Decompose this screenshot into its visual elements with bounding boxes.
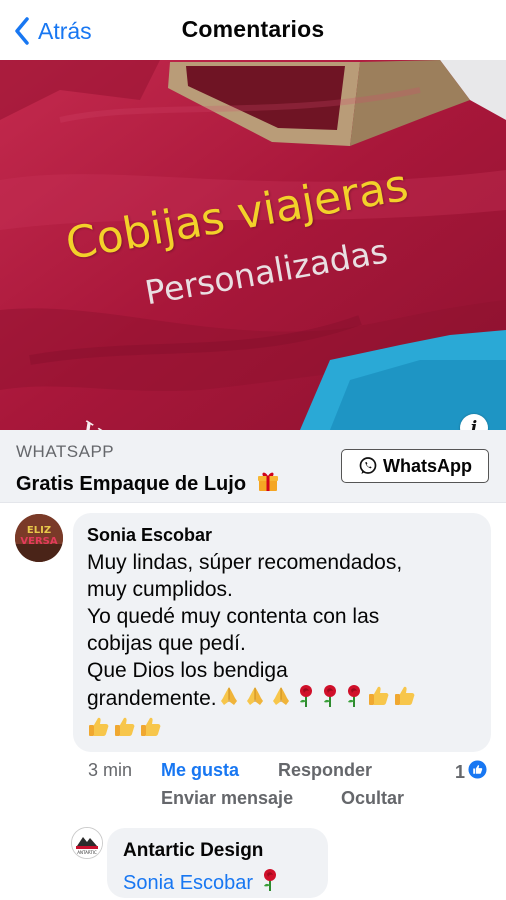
comment-line: cobijas que pedí. — [87, 632, 246, 655]
page-title: Comentarios — [181, 16, 325, 42]
folded-hands-icon — [269, 684, 293, 715]
comment-time: 3 min — [88, 760, 133, 780]
send-message-button[interactable]: Enviar mensaje — [161, 788, 293, 809]
comment-bubble: Sonia Escobar Muy lindas, súper recomend… — [73, 513, 491, 752]
thumbs-up-icon — [393, 684, 417, 715]
whatsapp-cta-label: WhatsApp — [383, 455, 472, 476]
reply-author[interactable]: Antartic Design — [123, 840, 263, 862]
avatar[interactable]: ELIZ VERSA — [15, 514, 63, 562]
reply-text: Sonia Escobar — [123, 868, 283, 898]
rose-icon — [295, 684, 317, 715]
folded-hands-icon — [243, 684, 267, 715]
reply-bubble: Antartic Design Sonia Escobar — [107, 828, 328, 898]
gift-icon — [256, 469, 280, 499]
thumbs-up-icon — [139, 715, 163, 746]
svg-text:ANTARTIC: ANTARTIC — [77, 850, 97, 855]
top-nav-bar: Atrás Comentarios — [0, 0, 506, 60]
reply-button[interactable]: Responder — [278, 760, 372, 781]
thumbs-up-icon — [87, 715, 111, 746]
comment-line: grandemente. — [87, 687, 217, 710]
like-icon — [468, 760, 487, 784]
comment-line: muy cumplidos. — [87, 578, 233, 601]
hide-button[interactable]: Ocultar — [341, 788, 404, 809]
folded-hands-icon — [217, 684, 241, 715]
ad-image[interactable]: Cobijas viajeras Personalizadas Yudy — [0, 60, 506, 430]
svg-text:VERSA: VERSA — [20, 536, 57, 547]
like-button[interactable]: Me gusta — [161, 760, 239, 781]
comment-text: Muy lindas, súper recomendados, muy cump… — [87, 549, 482, 746]
whatsapp-icon — [359, 457, 377, 474]
comment-line: Muy lindas, súper recomendados, — [87, 551, 403, 574]
rose-icon — [343, 684, 365, 715]
comment-emoji-line — [87, 715, 482, 746]
reaction-summary[interactable]: 1 — [455, 760, 487, 784]
comment-line: Yo quedé muy contenta con las — [87, 605, 380, 628]
ad-source: WHATSAPP — [16, 442, 115, 461]
avatar[interactable]: ANTARTIC — [71, 827, 103, 859]
comment-line-with-emojis: grandemente. — [87, 684, 482, 715]
ad-headline-text: Gratis Empaque de Lujo — [16, 473, 247, 495]
whatsapp-cta-button[interactable]: WhatsApp — [341, 449, 489, 483]
rose-icon — [259, 868, 281, 898]
ad-headline: Gratis Empaque de Lujo — [16, 469, 280, 499]
svg-text:ELIZ: ELIZ — [27, 525, 51, 536]
reaction-count: 1 — [455, 761, 466, 782]
comment-line: Que Dios los bendiga — [87, 659, 288, 682]
comment-author[interactable]: Sonia Escobar — [87, 525, 212, 546]
thumbs-up-icon — [367, 684, 391, 715]
thumbs-up-icon — [113, 715, 137, 746]
rose-icon — [319, 684, 341, 715]
mention-link[interactable]: Sonia Escobar — [123, 872, 253, 894]
